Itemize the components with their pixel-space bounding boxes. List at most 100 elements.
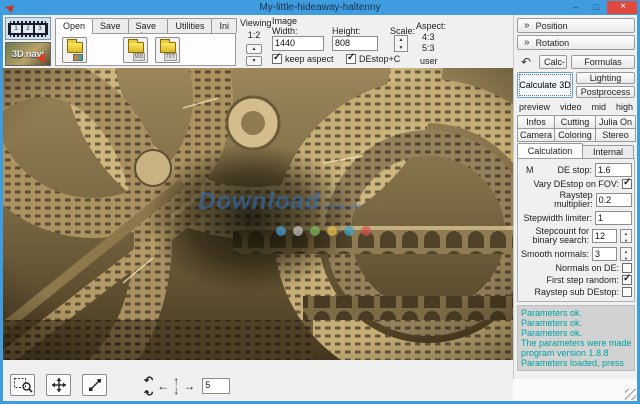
smooth-normals-spinner[interactable]: ▲ ▼ bbox=[620, 247, 632, 261]
destop-c-checkbox[interactable]: ✓ bbox=[346, 52, 356, 64]
m3i-badge: M3I bbox=[132, 53, 145, 61]
aspect-option-43[interactable]: 4:3 bbox=[422, 32, 435, 42]
top-toolbar: 1 2 3 3D navi Open Save Save pic Utiliti… bbox=[3, 15, 513, 68]
stepcount-input[interactable]: 12 bbox=[592, 229, 617, 243]
status-line: Parameters ok. bbox=[521, 308, 583, 318]
normals-on-de-checkbox[interactable] bbox=[622, 263, 632, 273]
width-input[interactable]: 1440 bbox=[272, 36, 324, 51]
tab-camera[interactable]: Camera bbox=[517, 128, 555, 142]
right-panel: » Position » Rotation ↶ Calc- Formulas C… bbox=[513, 15, 637, 401]
calculation-settings-group: M DE stop: 1.6 Vary DEstop on FOV: ✓ Ray… bbox=[517, 158, 635, 302]
line-measure-button[interactable] bbox=[82, 374, 107, 396]
fractal-render-viewport[interactable]: Download.com.vn bbox=[3, 68, 513, 360]
resize-grip[interactable] bbox=[625, 389, 636, 400]
3d-navi-button[interactable]: 3D navi bbox=[5, 42, 51, 67]
viewing-zoom-in-button[interactable]: ▲ bbox=[246, 44, 262, 54]
move-right-icon[interactable]: → bbox=[183, 379, 195, 393]
status-line: Parameters loaded, press bbox=[521, 358, 625, 368]
vary-destop-checkbox[interactable]: ✓ bbox=[622, 177, 632, 189]
tab-stereo[interactable]: Stereo bbox=[595, 128, 636, 142]
open-parameter-button[interactable]: M3I bbox=[123, 37, 148, 63]
quality-video[interactable]: video bbox=[560, 102, 582, 112]
viewing-zoom-out-button[interactable]: ▼ bbox=[246, 56, 262, 66]
tab-save[interactable]: Save bbox=[92, 18, 129, 33]
move-left-icon[interactable]: ← bbox=[157, 379, 169, 393]
txt-badge: TXT bbox=[163, 53, 177, 61]
move-cross-icon bbox=[51, 378, 66, 392]
calc-minus-button[interactable]: Calc- bbox=[539, 55, 567, 69]
rotate-down-icon[interactable]: ↶ bbox=[144, 385, 153, 397]
fractal-image bbox=[3, 68, 513, 360]
position-panel-button[interactable]: » Position bbox=[517, 18, 635, 33]
filmstrip-icon: 1 2 3 bbox=[8, 20, 48, 37]
calculate-3d-button[interactable]: Calculate 3D bbox=[517, 72, 573, 98]
open-text-button[interactable]: TXT bbox=[155, 37, 180, 63]
de-stop-label: DE stop: bbox=[557, 164, 592, 175]
scale-spinner[interactable]: ▲ ▼ bbox=[394, 35, 408, 52]
file-tab-control: Open Save Save pic Utilities Ini M3I TXT bbox=[55, 18, 237, 66]
aspect-label: Aspect: bbox=[416, 21, 447, 31]
film-frame: 2 bbox=[23, 24, 33, 33]
keep-aspect-checkbox[interactable]: ✓ bbox=[272, 52, 282, 64]
status-line: Parameters ok. bbox=[521, 318, 583, 328]
smooth-normals-input[interactable]: 3 bbox=[592, 247, 617, 261]
animation-filmstrip-button[interactable]: 1 2 3 bbox=[5, 17, 51, 40]
stepcount-spinner[interactable]: ▲ ▼ bbox=[620, 229, 632, 243]
tab-utilities[interactable]: Utilities bbox=[167, 18, 213, 33]
formulas-button[interactable]: Formulas bbox=[571, 55, 635, 69]
tab-infos[interactable]: Infos bbox=[517, 115, 555, 129]
aspect-option-53[interactable]: 5:3 bbox=[422, 43, 435, 53]
open-image-button[interactable] bbox=[62, 37, 87, 63]
smooth-normals-label: Smooth normals: bbox=[520, 248, 589, 259]
height-input[interactable]: 808 bbox=[332, 36, 378, 51]
tab-cutting[interactable]: Cutting bbox=[554, 115, 596, 129]
check-icon: ✓ bbox=[623, 273, 632, 284]
vary-destop-label: Vary DEstop on FOV: bbox=[533, 178, 619, 189]
navigation-arrows: ↶ ↶ ← ↑ ↓ → 5 bbox=[144, 375, 231, 397]
undo-icon[interactable]: ↶ bbox=[517, 55, 535, 69]
raystep-multiplier-label: Raystep multiplier: bbox=[554, 190, 593, 209]
lighting-button[interactable]: Lighting bbox=[576, 72, 635, 84]
pan-move-button[interactable] bbox=[46, 374, 71, 396]
stepwidth-limiter-label: Stepwidth limiter: bbox=[523, 212, 592, 223]
step-size-input[interactable]: 5 bbox=[202, 378, 231, 394]
folder-icon bbox=[160, 39, 176, 53]
folder-icon bbox=[67, 39, 83, 53]
first-step-random-checkbox[interactable]: ✓ bbox=[622, 273, 632, 285]
window-title: My-little-hideaway-haltenny bbox=[259, 2, 381, 13]
check-icon: ✓ bbox=[347, 52, 356, 63]
move-down-icon[interactable]: ↓ bbox=[173, 384, 179, 396]
raystep-sub-destop-checkbox[interactable] bbox=[622, 287, 632, 297]
tab-ini[interactable]: Ini bbox=[211, 18, 237, 33]
title-bar: My-little-hideaway-haltenny – □ × bbox=[3, 0, 637, 15]
de-stop-input[interactable]: 1.6 bbox=[595, 163, 632, 177]
maximize-button[interactable]: □ bbox=[586, 1, 607, 14]
tab-internal[interactable]: Internal bbox=[582, 145, 634, 159]
stepwidth-limiter-input[interactable]: 1 bbox=[595, 211, 632, 225]
scale-up-icon[interactable]: ▲ bbox=[395, 36, 407, 44]
panel-footer bbox=[513, 379, 637, 401]
scale-down-icon[interactable]: ▼ bbox=[395, 44, 407, 52]
postprocess-button[interactable]: Postprocess bbox=[576, 86, 635, 98]
tab-coloring[interactable]: Coloring bbox=[554, 128, 596, 142]
minimize-button[interactable]: – bbox=[565, 1, 586, 14]
status-line: program version 1.8.8 bbox=[521, 348, 609, 358]
raystep-sub-destop-label: Raystep sub DEstop: bbox=[534, 286, 619, 297]
tab-julia-on[interactable]: Julia On bbox=[595, 115, 636, 129]
quality-mid[interactable]: mid bbox=[591, 102, 606, 112]
rotation-panel-button[interactable]: » Rotation bbox=[517, 35, 635, 50]
tab-calculation[interactable]: Calculation bbox=[517, 143, 583, 159]
m-label: M bbox=[526, 165, 534, 175]
tab-save-pic[interactable]: Save pic bbox=[127, 18, 169, 41]
raystep-multiplier-input[interactable]: 0.2 bbox=[595, 193, 632, 207]
width-label: Width: bbox=[272, 26, 298, 36]
quality-high[interactable]: high bbox=[616, 102, 633, 112]
aspect-option-user[interactable]: user bbox=[420, 56, 438, 66]
quality-preview[interactable]: preview bbox=[519, 102, 550, 112]
keep-aspect-label: keep aspect bbox=[285, 54, 334, 64]
zoom-select-button[interactable] bbox=[10, 374, 35, 396]
film-frame: 1 bbox=[11, 24, 21, 33]
close-button[interactable]: × bbox=[607, 1, 637, 14]
tab-open[interactable]: Open bbox=[55, 18, 94, 34]
position-label: Position bbox=[535, 20, 568, 31]
